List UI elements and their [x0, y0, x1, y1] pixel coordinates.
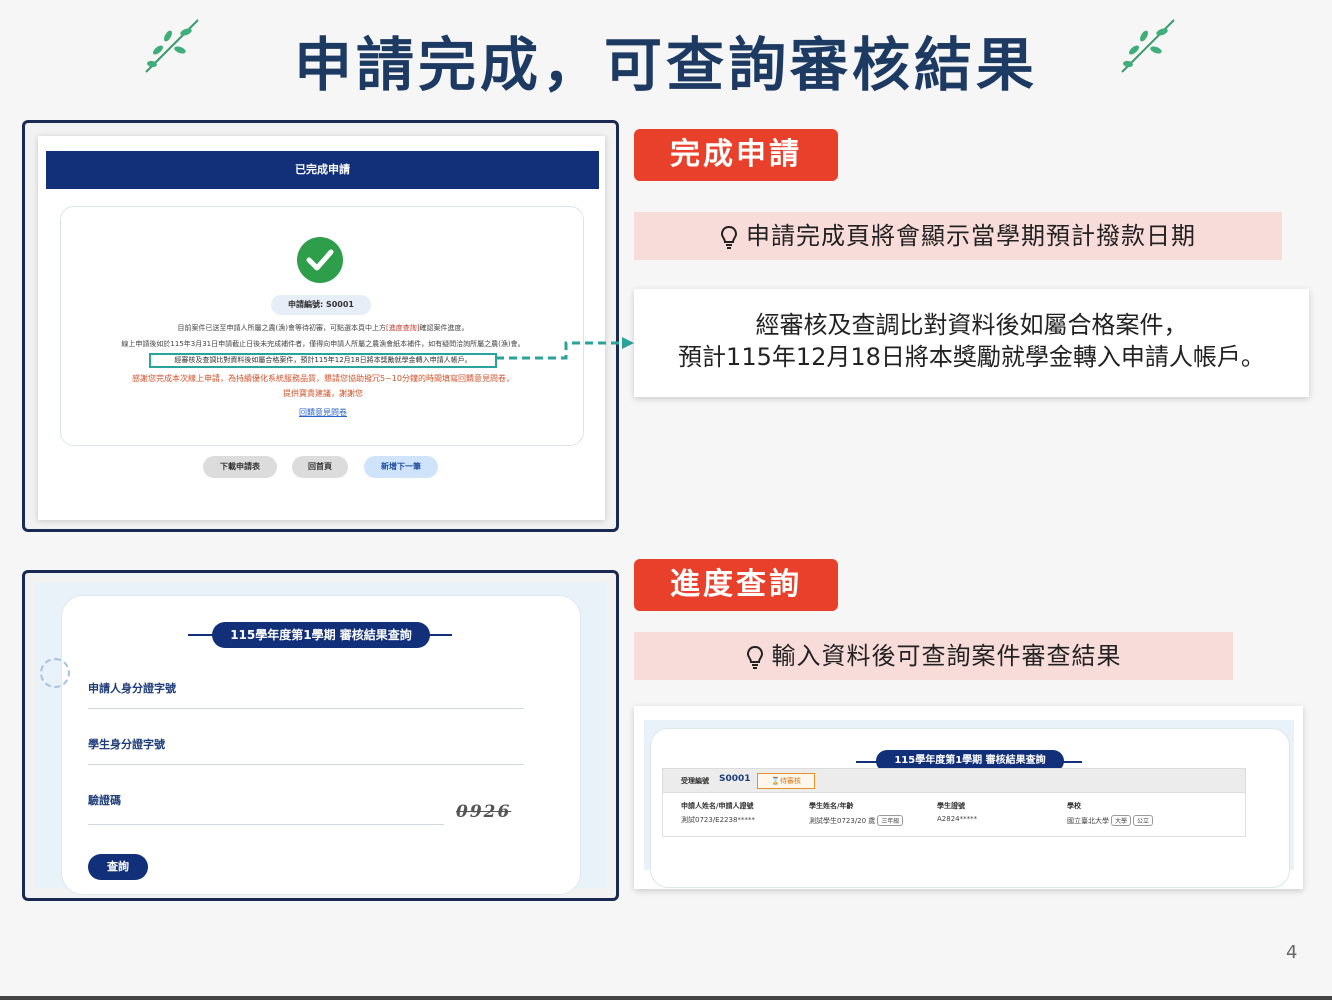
add-next-button[interactable]: 新增下一筆: [364, 456, 438, 478]
lightbulb-icon: [746, 645, 763, 669]
query-result-note: 輸入資料後可查詢案件審查結果: [634, 632, 1233, 680]
page-number: 4: [1286, 942, 1298, 963]
school-column: 學校 國立臺北大學 大學 公立: [1067, 801, 1154, 826]
completion-screen: 已完成申請 申請編號: S0001 目前案件已送至申請人所屬之農(漁)會等待初審…: [38, 136, 605, 520]
school-type-badge: 公立: [1133, 815, 1154, 826]
callout-line-1: 經審核及查調比對資料後如屬合格案件，: [755, 311, 1188, 339]
deadline-text: 線上申請後如於115年3月31日申請截止日後未完成補件者，僅得向申請人所屬之農漁…: [121, 340, 525, 348]
student-id-input[interactable]: [88, 764, 524, 765]
download-form-button[interactable]: 下載申請表: [203, 456, 277, 478]
lightbulb-icon: [720, 225, 738, 249]
student-column: 學生姓名/年齡 測試學生0723/20 歲三年級: [809, 801, 904, 826]
case-no-value: S0001: [719, 774, 751, 784]
student-id-column: 學生證號 A2824*****: [937, 802, 978, 823]
bottom-rule: [0, 996, 1332, 1000]
success-check-icon: [297, 237, 343, 283]
decor-circle: [40, 658, 70, 688]
progress-query-link[interactable]: [進度查詢]: [386, 324, 419, 332]
home-button[interactable]: 回首頁: [292, 456, 348, 478]
result-body-row: 申請人姓名/申請人證號 測試0723/E2238***** 學生姓名/年齡 測試…: [662, 793, 1246, 837]
query-screen: 115學年度第1學期 審核結果查詢 申請人身分證字號 學生身分證字號 驗證碼 0…: [35, 583, 607, 895]
applicant-id-input[interactable]: [88, 708, 524, 709]
captcha-label: 驗證碼: [88, 794, 121, 807]
application-number: 申請編號: S0001: [271, 295, 371, 315]
student-id-label: 學生身分證字號: [88, 738, 165, 751]
payment-callout: 經審核及查調比對資料後如屬合格案件， 預計115年12月18日將本獎勵就學金轉入…: [634, 289, 1309, 397]
query-form-card: 115學年度第1學期 審核結果查詢 申請人身分證字號 學生身分證字號 驗證碼 0…: [40, 595, 581, 895]
status-text: 目前案件已送至申請人所屬之農(漁)會等待初審，可點選本頁中上方[進度查詢]確認案…: [177, 324, 469, 332]
query-result-screenshot: 115學年度第1學期 審核結果查詢 受理編號 S0001 ⌛待審核 申請人姓名/…: [634, 706, 1303, 889]
grade-badge: 三年級: [877, 815, 904, 826]
progress-query-tag: 進度查詢: [634, 559, 838, 611]
applicant-column: 申請人姓名/申請人證號 測試0723/E2238*****: [681, 802, 755, 824]
completion-card: 申請編號: S0001 目前案件已送至申請人所屬之農(漁)會等待初審，可點選本頁…: [60, 206, 584, 446]
payment-date-highlight: 經審核及查調比對資料後如屬合格案件，預計115年12月18日將本獎勵就學金轉入申…: [149, 353, 497, 368]
captcha-image: 0926: [456, 802, 512, 822]
school-level-badge: 大學: [1111, 815, 1132, 826]
thanks-text: 感謝您完成本次線上申請，為持續優化系統服務品質，懇請您協助撥冗5~10分鐘的時間…: [132, 374, 514, 383]
thanks-text-2: 提供寶貴建議，謝謝您: [283, 389, 363, 398]
query-form-title: 115學年度第1學期 審核結果查詢: [212, 622, 430, 648]
status-badge: ⌛待審核: [757, 773, 815, 789]
case-no-label: 受理編號: [681, 777, 709, 785]
payment-date-note: 申請完成頁將會顯示當學期預計撥款日期: [634, 212, 1282, 260]
applicant-id-label: 申請人身分證字號: [88, 682, 176, 695]
survey-link[interactable]: 回饋意見問卷: [61, 407, 585, 418]
query-screenshot-panel: 115學年度第1學期 審核結果查詢 申請人身分證字號 學生身分證字號 驗證碼 0…: [22, 570, 619, 901]
complete-application-tag: 完成申請: [634, 129, 838, 181]
captcha-input[interactable]: [88, 824, 444, 825]
result-header-row: 受理編號 S0001 ⌛待審核: [662, 768, 1246, 793]
leaf-decoration-icon: [1121, 19, 1175, 73]
callout-line-2: 預計115年12月18日將本獎勵就學金轉入申請人帳戶。: [678, 343, 1265, 371]
completion-screenshot-panel: 已完成申請 申請編號: S0001 目前案件已送至申請人所屬之農(漁)會等待初審…: [22, 120, 619, 532]
query-button[interactable]: 查詢: [88, 854, 148, 880]
completion-header: 已完成申請: [46, 151, 599, 189]
